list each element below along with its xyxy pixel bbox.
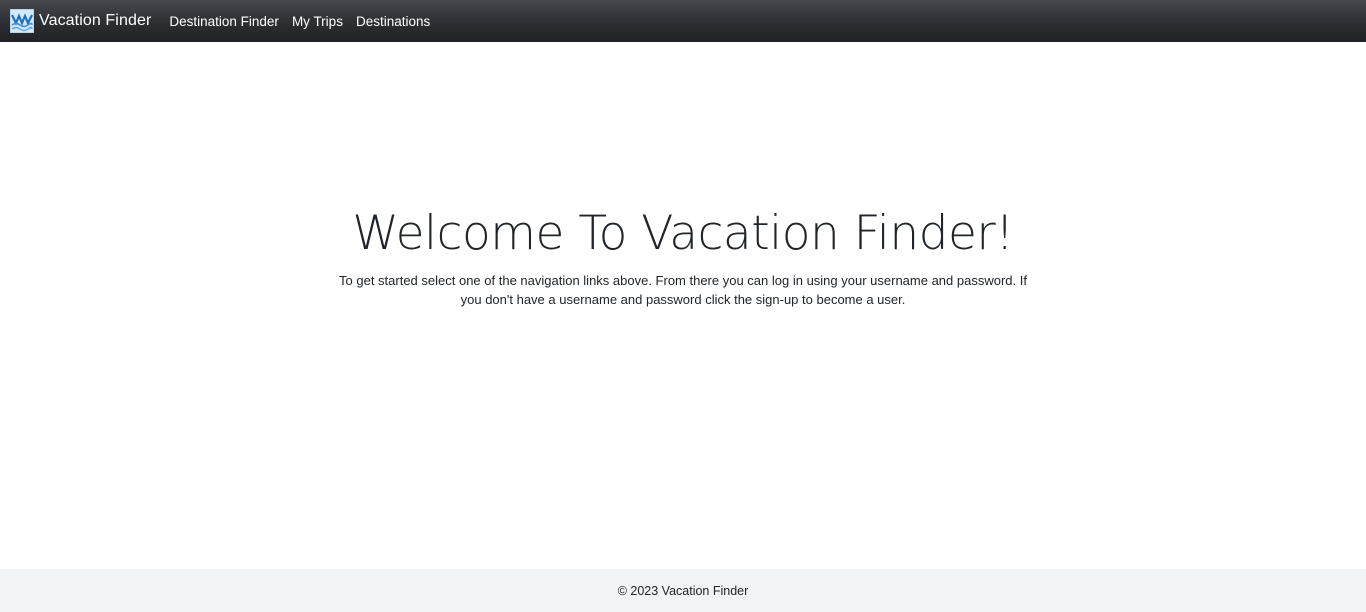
nav-links: Destination Finder My Trips Destinations <box>169 14 443 29</box>
vacation-finder-logo-icon <box>10 9 34 33</box>
brand-name: Vacation Finder <box>39 12 152 29</box>
top-navbar: Vacation Finder Destination Finder My Tr… <box>0 0 1366 42</box>
nav-link-my-trips[interactable]: My Trips <box>292 14 343 29</box>
page-footer: © 2023 Vacation Finder <box>0 569 1366 612</box>
nav-link-destinations[interactable]: Destinations <box>356 14 430 29</box>
page-title: Welcome To Vacation Finder! <box>352 206 1014 261</box>
intro-text: To get started select one of the navigat… <box>339 273 1027 307</box>
nav-link-destination-finder[interactable]: Destination Finder <box>169 14 279 29</box>
footer-copyright: © 2023 Vacation Finder <box>617 583 749 598</box>
brand-link[interactable]: Vacation Finder <box>10 9 151 33</box>
main-content: Welcome To Vacation Finder! To get start… <box>0 42 1366 569</box>
